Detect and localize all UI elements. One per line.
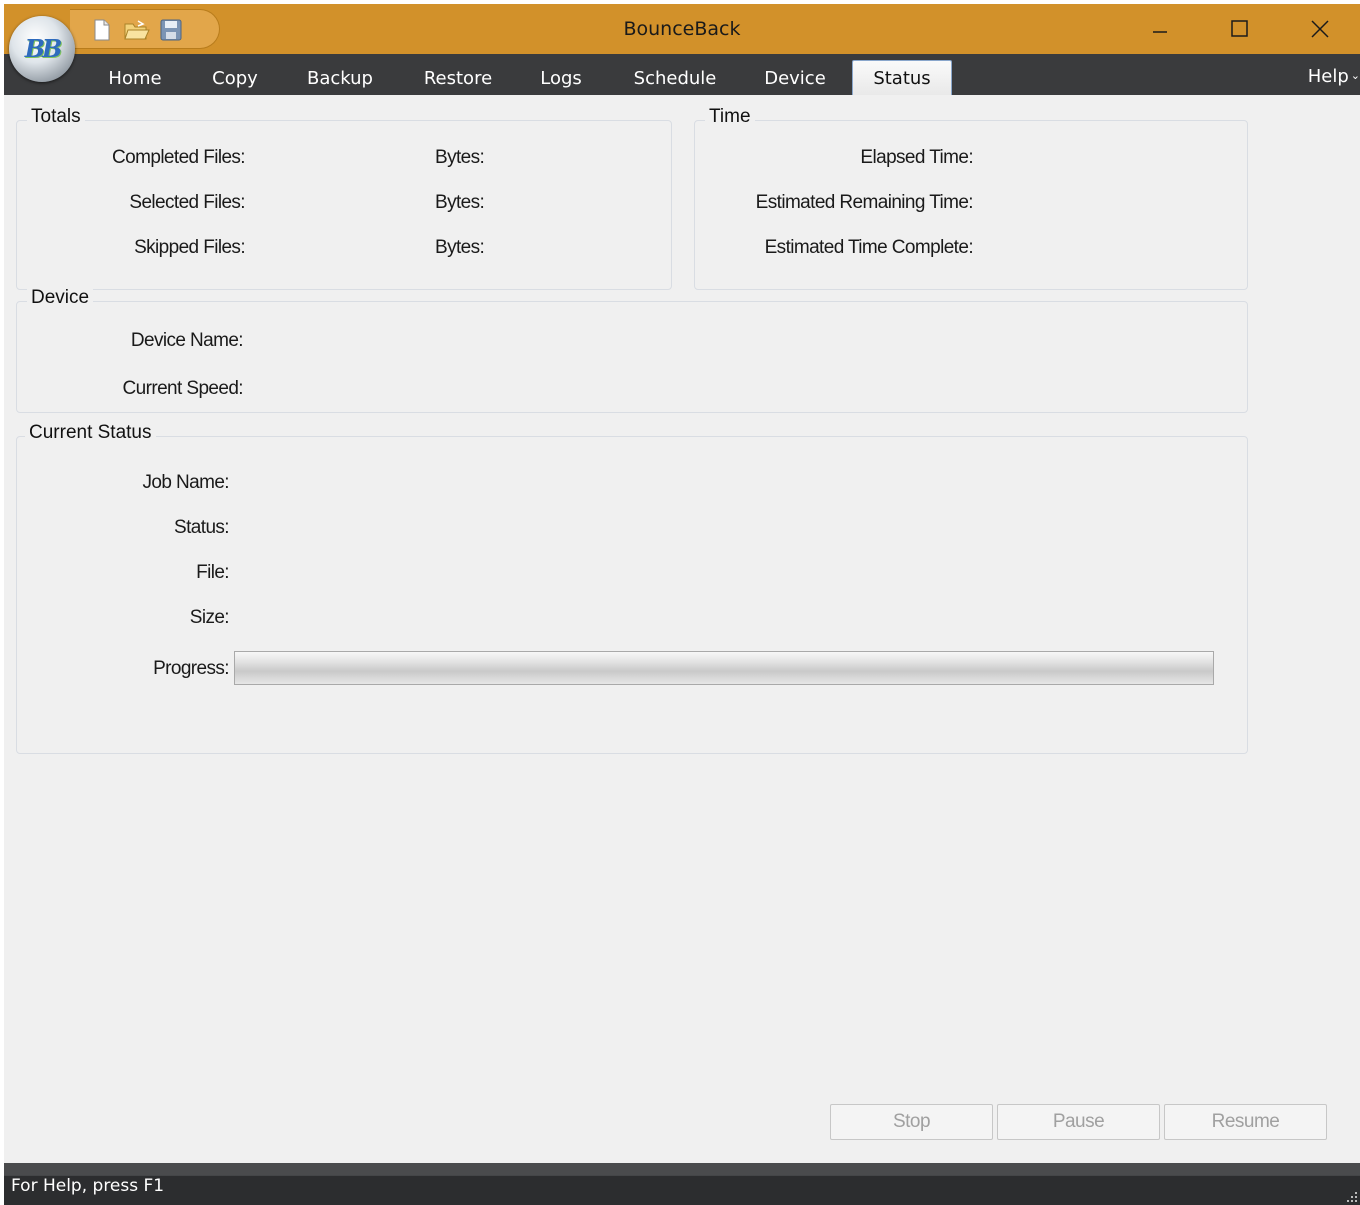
help-menu[interactable]: Help ⌄ (1308, 66, 1360, 87)
tab-status[interactable]: Status (852, 60, 952, 95)
current-status-group: Current Status Job Name: Status: File: S… (16, 422, 1248, 754)
totals-group: Totals Completed Files: Bytes: Selected … (16, 106, 672, 290)
skipped-files-label: Skipped Files: (134, 237, 246, 258)
close-button[interactable] (1280, 4, 1360, 54)
tab-backup[interactable]: Backup (296, 60, 384, 95)
totals-group-title: Totals (27, 106, 85, 128)
current-status-group-title: Current Status (25, 422, 156, 444)
help-label: Help (1307, 66, 1349, 87)
estimated-remaining-time-label: Estimated Remaining Time: (755, 192, 974, 213)
progress-bar (234, 651, 1214, 685)
completed-files-label: Completed Files: (112, 147, 246, 168)
completed-bytes-label: Bytes: (435, 147, 485, 168)
time-group: Time Elapsed Time: Estimated Remaining T… (694, 106, 1248, 290)
maximize-button[interactable] (1200, 4, 1280, 54)
tab-copy[interactable]: Copy (198, 60, 272, 95)
app-logo-text: BB (24, 34, 63, 63)
tab-logs[interactable]: Logs (528, 60, 594, 95)
elapsed-time-label: Elapsed Time: (860, 147, 973, 168)
selected-files-label: Selected Files: (129, 192, 245, 213)
app-window: BounceBack Home Copy Backup Restore Logs… (4, 4, 1360, 1205)
device-name-label: Device Name: (130, 330, 244, 351)
device-group: Device Device Name: Current Speed: (16, 287, 1248, 413)
file-label: File: (196, 562, 230, 583)
status-label: Status: (174, 517, 230, 538)
time-group-title: Time (705, 106, 755, 128)
pause-button[interactable]: Pause (997, 1104, 1160, 1140)
tab-device[interactable]: Device (754, 60, 836, 95)
size-label: Size: (189, 607, 230, 628)
chevron-down-icon: ⌄ (1350, 69, 1360, 82)
status-bar-text: For Help, press F1 (11, 1176, 165, 1196)
skipped-bytes-label: Bytes: (435, 237, 485, 258)
close-icon (1311, 20, 1329, 38)
device-group-title: Device (27, 287, 94, 309)
stop-button[interactable]: Stop (830, 1104, 993, 1140)
status-bar: For Help, press F1 (4, 1163, 1360, 1205)
minimize-button[interactable] (1120, 4, 1200, 54)
tab-schedule[interactable]: Schedule (622, 60, 728, 95)
selected-bytes-label: Bytes: (435, 192, 485, 213)
resume-button[interactable]: Resume (1164, 1104, 1327, 1140)
minimize-icon (1153, 31, 1167, 33)
resize-grip-icon[interactable] (1346, 1191, 1358, 1203)
progress-label: Progress: (153, 658, 230, 679)
ribbon-tab-bar: Home Copy Backup Restore Logs Schedule D… (4, 54, 1360, 95)
tab-home[interactable]: Home (96, 60, 174, 95)
application-menu-orb[interactable]: BB (9, 16, 75, 82)
title-bar[interactable]: BounceBack (4, 4, 1360, 54)
estimated-time-complete-label: Estimated Time Complete: (764, 237, 974, 258)
maximize-icon (1231, 20, 1248, 37)
tab-restore[interactable]: Restore (412, 60, 504, 95)
current-speed-label: Current Speed: (122, 378, 244, 399)
job-name-label: Job Name: (142, 472, 230, 493)
